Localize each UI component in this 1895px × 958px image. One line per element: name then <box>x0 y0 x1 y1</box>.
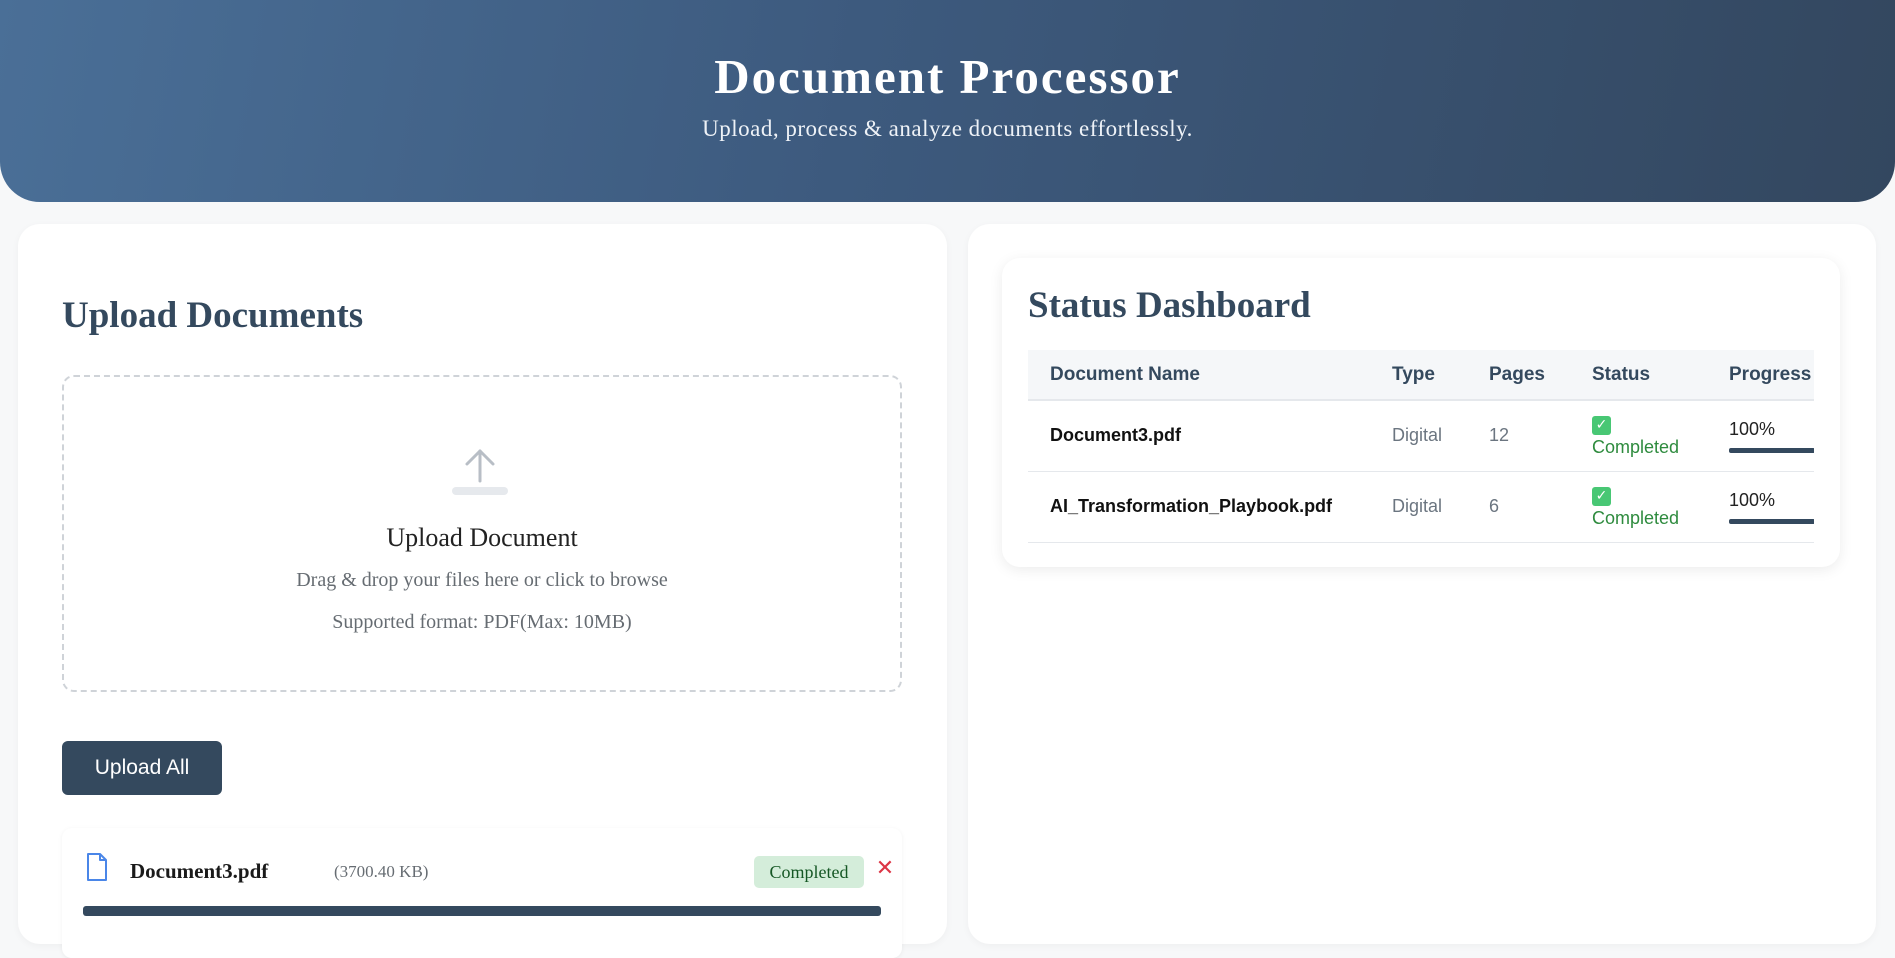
progress-value: 100% <box>1729 418 1776 439</box>
status-table-wrapper[interactable]: Document Name Type Pages Status Progress… <box>1028 350 1814 550</box>
status-badge: Completed <box>754 856 864 888</box>
pages-cell: 6 <box>1467 471 1570 543</box>
pages-cell: 12 <box>1467 400 1570 472</box>
table-header-row: Document Name Type Pages Status Progress <box>1028 350 1814 400</box>
table-row[interactable]: AI_Transformation_Playbook.pdf Digital 6… <box>1028 471 1814 543</box>
document-name-cell: AI_Transformation_Playbook.pdf <box>1028 471 1370 543</box>
column-header-progress[interactable]: Progress <box>1707 350 1814 400</box>
file-icon <box>87 853 107 881</box>
status-table: Document Name Type Pages Status Progress… <box>1028 350 1814 543</box>
file-name: Document3.pdf <box>130 859 269 883</box>
status-text: Completed <box>1592 437 1680 458</box>
status-text: Completed <box>1592 508 1680 528</box>
column-header-type[interactable]: Type <box>1370 350 1467 400</box>
check-icon: ✓ <box>1592 487 1611 506</box>
upload-dropzone[interactable]: Upload Document Drag & drop your files h… <box>62 375 902 692</box>
progress-cell: 100% <box>1707 471 1814 543</box>
progress-bar <box>1729 518 1814 524</box>
status-cell: ✓ Completed <box>1570 400 1707 472</box>
app-subtitle: Upload, process & analyze documents effo… <box>702 116 1193 141</box>
progress-cell: 100% <box>1707 400 1814 472</box>
upload-panel: Upload Documents Upload Document Drag & … <box>18 224 947 958</box>
upload-all-button[interactable]: Upload All <box>62 741 222 795</box>
upload-arrow-icon <box>452 449 508 495</box>
app-title: Document Processor <box>714 49 1181 104</box>
type-cell: Digital <box>1370 471 1467 543</box>
column-header-pages[interactable]: Pages <box>1467 350 1570 400</box>
table-row[interactable]: Document3.pdf Digital 12 ✓ Completed 100… <box>1028 400 1814 472</box>
dropzone-title: Upload Document <box>386 523 578 552</box>
check-icon: ✓ <box>1592 416 1611 436</box>
status-dashboard-card: Status Dashboard Document Name Type Page… <box>1002 258 1840 567</box>
upload-section-title: Upload Documents <box>62 295 364 336</box>
dashboard-section-title: Status Dashboard <box>1028 285 1311 326</box>
file-size: (3700.40 KB) <box>334 862 429 881</box>
column-header-status[interactable]: Status <box>1570 350 1707 400</box>
type-cell: Digital <box>1370 400 1467 472</box>
column-header-document-name[interactable]: Document Name <box>1028 350 1370 400</box>
file-card: Document3.pdf (3700.40 KB) Completed ✕ <box>62 828 902 958</box>
dashboard-panel: Status Dashboard Document Name Type Page… <box>968 224 1876 944</box>
progress-value: 100% <box>1729 489 1776 510</box>
progress-bar <box>1729 447 1814 453</box>
dropzone-format: Supported format: PDF(Max: 10MB) <box>332 611 632 633</box>
app-header: Document Processor Upload, process & ana… <box>0 0 1895 202</box>
document-name-cell: Document3.pdf <box>1028 400 1370 472</box>
status-cell: ✓ Completed <box>1570 471 1707 543</box>
close-icon[interactable]: ✕ <box>874 856 896 884</box>
dropzone-hint: Drag & drop your files here or click to … <box>296 569 668 591</box>
